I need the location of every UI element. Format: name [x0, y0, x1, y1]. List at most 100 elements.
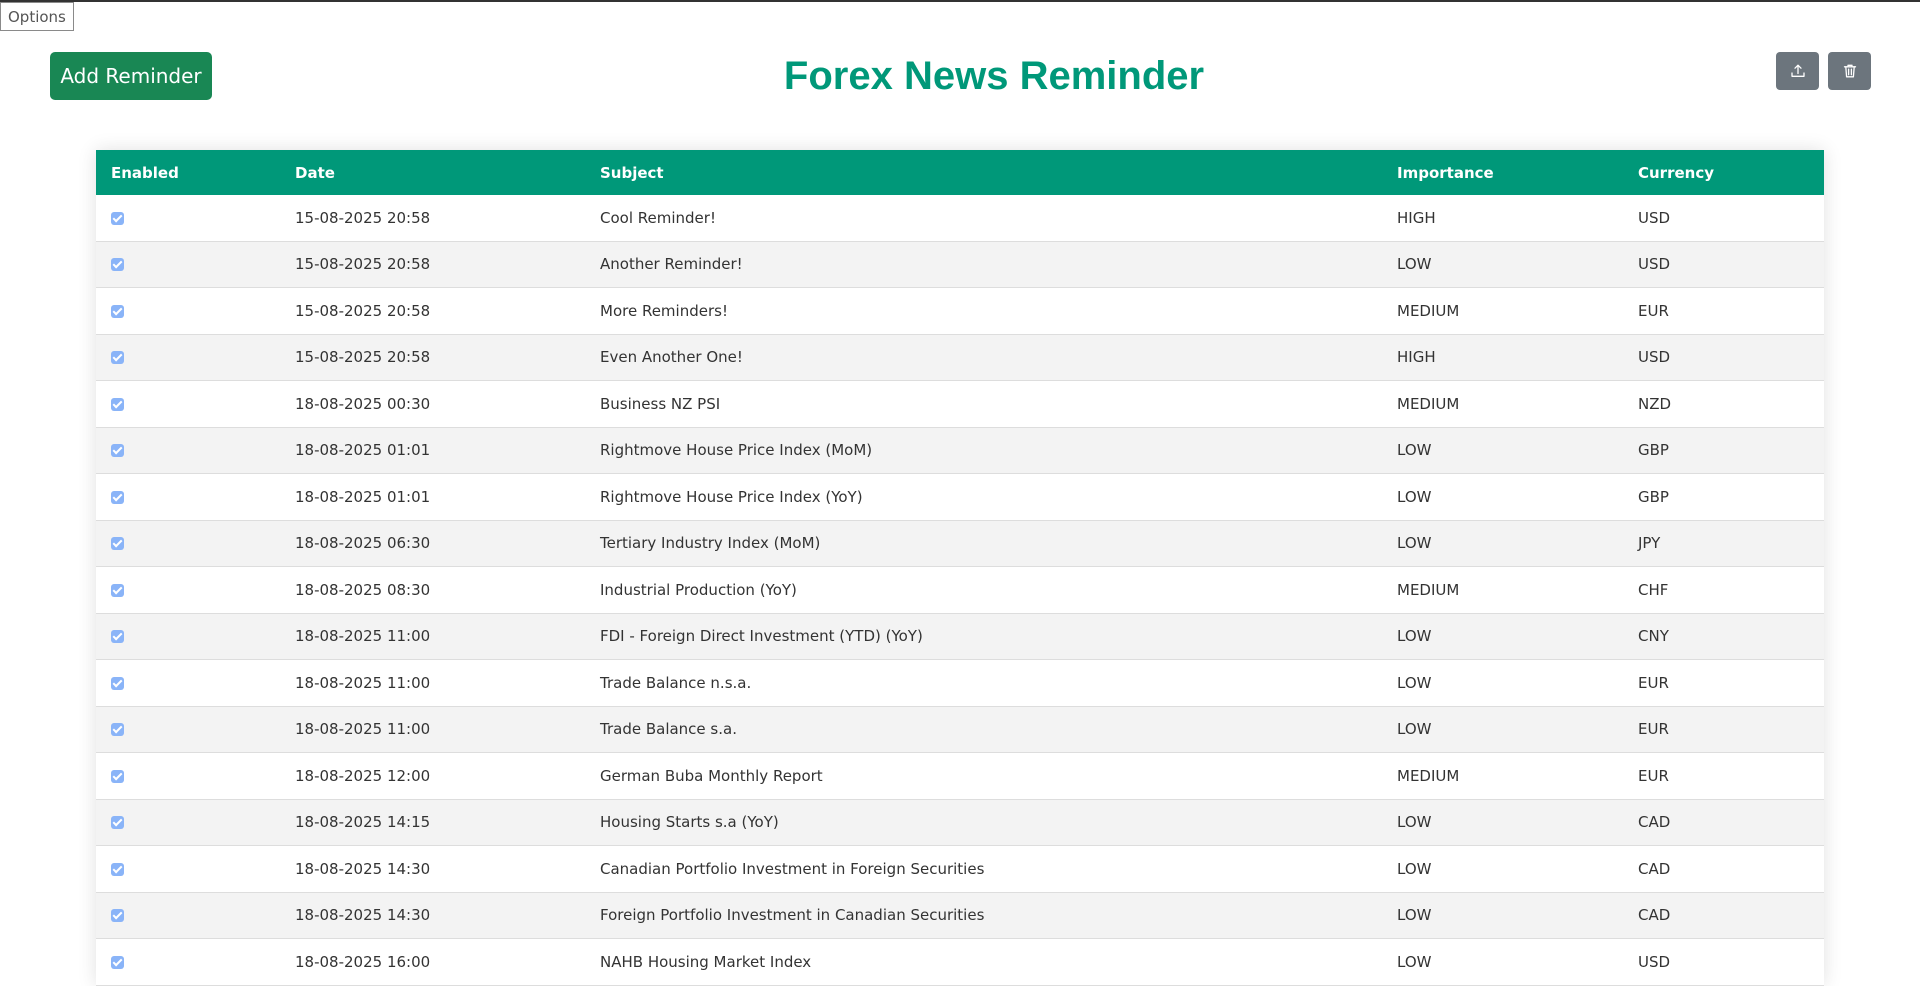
table-row[interactable]: 18-08-2025 14:30 Canadian Portfolio Inves… [96, 845, 1824, 893]
subject-cell: Tertiary Industry Index (MoM) [585, 520, 1382, 567]
currency-cell: USD [1623, 938, 1824, 986]
importance-cell: HIGH [1382, 195, 1623, 242]
table-row[interactable]: 18-08-2025 14:15 Housing Starts s.a (YoY)… [96, 799, 1824, 846]
enabled-cell [96, 659, 280, 707]
enabled-checkbox[interactable] [111, 723, 124, 737]
date-cell: 15-08-2025 20:58 [280, 334, 585, 381]
importance-cell: LOW [1382, 427, 1623, 474]
subject-cell: FDI - Foreign Direct Investment (YTD) (Y… [585, 613, 1382, 660]
table-row[interactable]: 18-08-2025 08:30 Industrial Production (Y… [96, 566, 1824, 614]
currency-cell: USD [1623, 334, 1824, 381]
table-row[interactable]: 18-08-2025 00:30 Business NZ PSI MEDIUM NZD [96, 380, 1824, 428]
importance-cell: LOW [1382, 520, 1623, 567]
table-row[interactable]: 18-08-2025 01:01 Rightmove House Price In… [96, 427, 1824, 474]
enabled-cell [96, 241, 280, 288]
enabled-checkbox[interactable] [111, 676, 124, 690]
table-row[interactable]: 18-08-2025 12:00 German Buba Monthly Repo… [96, 752, 1824, 800]
date-cell: 15-08-2025 20:58 [280, 287, 585, 335]
table-row[interactable]: 18-08-2025 11:00 FDI - Foreign Direct Inv… [96, 613, 1824, 660]
enabled-checkbox[interactable] [111, 444, 124, 458]
enabled-checkbox[interactable] [111, 397, 124, 411]
header-importance: Importance [1397, 163, 1494, 182]
top-border [0, 0, 1920, 2]
importance-cell: LOW [1382, 659, 1623, 707]
date-cell: 18-08-2025 14:30 [280, 892, 585, 939]
table-row[interactable]: 18-08-2025 01:01 Rightmove House Price In… [96, 473, 1824, 521]
enabled-cell [96, 520, 280, 567]
enabled-checkbox[interactable] [111, 769, 124, 783]
table-body: 15-08-2025 20:58 Cool Reminder! HIGH USD 15-… [96, 195, 1824, 986]
currency-cell: CAD [1623, 799, 1824, 846]
date-cell: 18-08-2025 08:30 [280, 566, 585, 614]
importance-cell: LOW [1382, 613, 1623, 660]
currency-cell: EUR [1623, 659, 1824, 707]
subject-cell: Foreign Portfolio Investment in Canadian… [585, 892, 1382, 939]
currency-cell: EUR [1623, 752, 1824, 800]
date-cell: 18-08-2025 11:00 [280, 613, 585, 660]
date-cell: 18-08-2025 01:01 [280, 427, 585, 474]
subject-cell: Rightmove House Price Index (YoY) [585, 473, 1382, 521]
table-row[interactable]: 18-08-2025 14:30 Foreign Portfolio Invest… [96, 892, 1824, 939]
enabled-cell [96, 845, 280, 893]
page-title: Forex News Reminder [783, 54, 1205, 98]
table-row[interactable]: 18-08-2025 11:00 Trade Balance s.a. LOW EUR [96, 706, 1824, 753]
importance-cell: LOW [1382, 845, 1623, 893]
enabled-checkbox[interactable] [111, 211, 124, 225]
date-cell: 18-08-2025 11:00 [280, 706, 585, 753]
importance-cell: LOW [1382, 799, 1623, 846]
date-cell: 18-08-2025 11:00 [280, 659, 585, 707]
enabled-checkbox[interactable] [111, 583, 124, 597]
currency-cell: GBP [1623, 473, 1824, 521]
table-row[interactable]: 18-08-2025 16:00 NAHB Housing Market Inde… [96, 938, 1824, 986]
enabled-cell [96, 287, 280, 335]
currency-cell: USD [1623, 241, 1824, 288]
enabled-checkbox[interactable] [111, 816, 124, 830]
currency-cell: EUR [1623, 706, 1824, 753]
currency-cell: CAD [1623, 892, 1824, 939]
subject-cell: NAHB Housing Market Index [585, 938, 1382, 986]
currency-cell: CHF [1623, 566, 1824, 614]
enabled-checkbox[interactable] [111, 351, 124, 365]
header-subject: Subject [600, 163, 664, 182]
enabled-cell [96, 334, 280, 381]
table-row[interactable]: 15-08-2025 20:58 Cool Reminder! HIGH USD [96, 195, 1824, 242]
importance-cell: LOW [1382, 241, 1623, 288]
add-reminder-button[interactable]: Add Reminder [50, 52, 212, 100]
enabled-checkbox[interactable] [111, 258, 124, 272]
importance-cell: MEDIUM [1382, 380, 1623, 428]
enabled-checkbox[interactable] [111, 909, 124, 923]
enabled-checkbox[interactable] [111, 955, 124, 969]
table-row[interactable]: 18-08-2025 11:00 Trade Balance n.s.a. LOW E… [96, 659, 1824, 707]
subject-cell: More Reminders! [585, 287, 1382, 335]
date-cell: 15-08-2025 20:58 [280, 195, 585, 242]
subject-cell: Trade Balance n.s.a. [585, 659, 1382, 707]
enabled-cell [96, 706, 280, 753]
enabled-cell [96, 892, 280, 939]
enabled-checkbox[interactable] [111, 490, 124, 504]
subject-cell: Canadian Portfolio Investment in Foreign… [585, 845, 1382, 893]
table-row[interactable]: 18-08-2025 06:30 Tertiary Industry Index … [96, 520, 1824, 567]
currency-cell: GBP [1623, 427, 1824, 474]
delete-all-button[interactable] [1828, 52, 1871, 90]
enabled-cell [96, 938, 280, 986]
subject-cell: Rightmove House Price Index (MoM) [585, 427, 1382, 474]
enabled-checkbox[interactable] [111, 862, 124, 876]
importance-cell: LOW [1382, 892, 1623, 939]
header-enabled: Enabled [111, 163, 179, 182]
subject-cell: Cool Reminder! [585, 195, 1382, 242]
date-cell: 18-08-2025 14:15 [280, 799, 585, 846]
currency-cell: NZD [1623, 380, 1824, 428]
table-row[interactable]: 15-08-2025 20:58 More Reminders! MEDIUM EUR [96, 287, 1824, 335]
options-button[interactable]: Options [0, 2, 74, 31]
date-cell: 18-08-2025 01:01 [280, 473, 585, 521]
export-button[interactable] [1776, 52, 1819, 90]
enabled-checkbox[interactable] [111, 537, 124, 551]
enabled-cell [96, 799, 280, 846]
table-row[interactable]: 15-08-2025 20:58 Another Reminder! LOW USD [96, 241, 1824, 288]
enabled-cell [96, 752, 280, 800]
table-row[interactable]: 15-08-2025 20:58 Even Another One! HIGH USD [96, 334, 1824, 381]
enabled-checkbox[interactable] [111, 630, 124, 644]
subject-cell: Housing Starts s.a (YoY) [585, 799, 1382, 846]
enabled-checkbox[interactable] [111, 304, 124, 318]
subject-cell: Trade Balance s.a. [585, 706, 1382, 753]
